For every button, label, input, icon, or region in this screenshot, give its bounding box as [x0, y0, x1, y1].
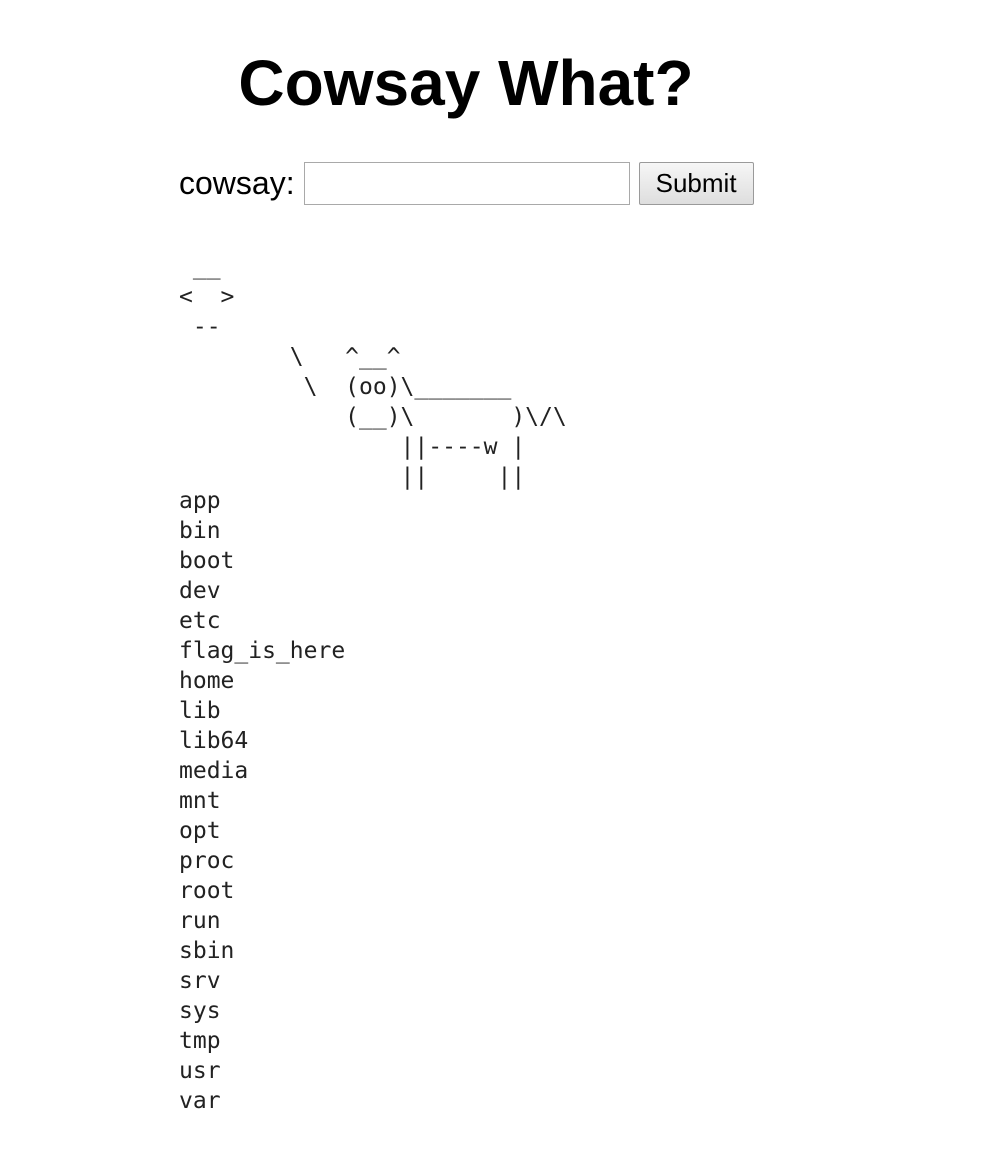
listing-item: lib64	[179, 728, 249, 754]
listing-item: srv	[179, 968, 221, 994]
cow-line: ||----w |	[179, 434, 526, 460]
listing-item: mnt	[179, 788, 221, 814]
listing-item: var	[179, 1088, 221, 1114]
cow-line: \ (oo)\_______	[179, 374, 512, 400]
page-title: Cowsay What?	[238, 47, 694, 119]
listing-item: lib	[179, 698, 221, 724]
cow-line: < >	[179, 284, 235, 310]
listing-item: tmp	[179, 1028, 221, 1054]
listing-item: media	[179, 758, 249, 784]
listing-item: app	[179, 488, 221, 514]
listing-item: dev	[179, 578, 221, 604]
listing-item: opt	[179, 818, 221, 844]
cow-line: __	[179, 254, 221, 280]
listing-item: root	[179, 878, 235, 904]
listing-item: boot	[179, 548, 235, 574]
listing-item: proc	[179, 848, 235, 874]
listing-item: sbin	[179, 938, 235, 964]
cowsay-label: cowsay:	[179, 165, 295, 201]
cowsay-output: __ < > -- \ ^__^ \ (oo)\_______ (__)\ )\…	[179, 252, 567, 492]
listing-item: run	[179, 908, 221, 934]
directory-listing: app bin boot dev etc flag_is_here home l…	[179, 486, 345, 1116]
cow-line: (__)\ )\/\	[179, 404, 567, 430]
cow-line: --	[179, 314, 221, 340]
cowsay-input[interactable]	[303, 162, 630, 205]
listing-item: home	[179, 668, 235, 694]
cow-line: \ ^__^	[179, 344, 401, 370]
listing-item: etc	[179, 608, 221, 634]
listing-item: bin	[179, 518, 221, 544]
submit-button[interactable]: Submit	[638, 162, 754, 205]
listing-item: usr	[179, 1058, 221, 1084]
cowsay-form: cowsay: Submit	[179, 162, 754, 205]
listing-item: sys	[179, 998, 221, 1024]
listing-item: flag_is_here	[179, 638, 346, 664]
